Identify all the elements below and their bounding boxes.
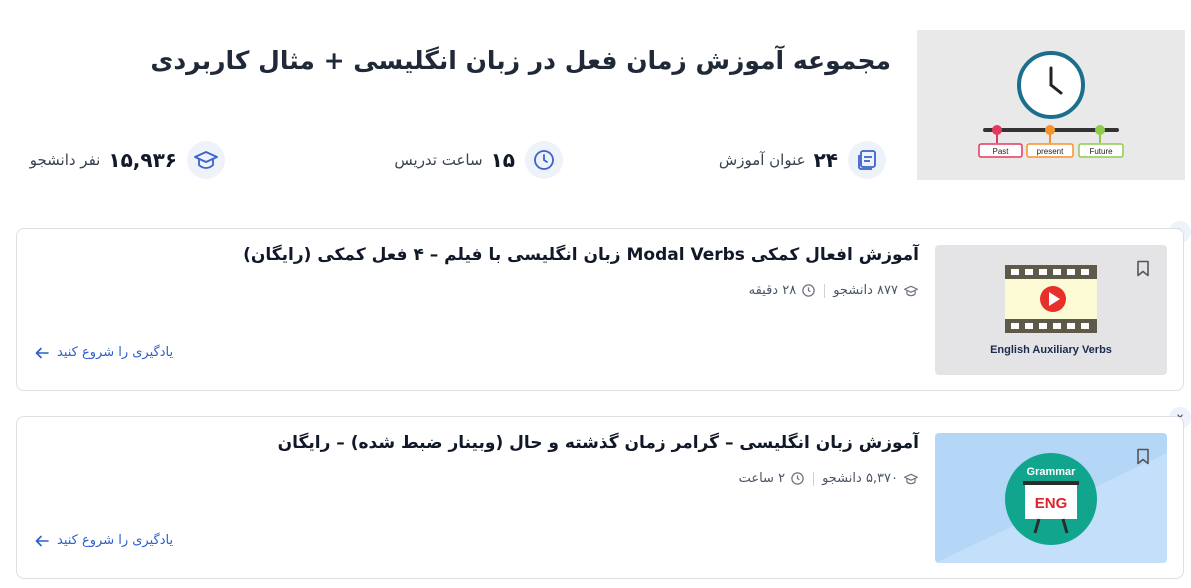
thumbnail-caption: English Auxiliary Verbs — [990, 344, 1112, 356]
start-learning-link[interactable]: یادگیری را شروع کنید — [35, 533, 173, 548]
lesson-duration: ۲۸ دقیقه — [749, 283, 817, 298]
arrow-left-icon — [35, 535, 49, 546]
stat-lessons-value: ۲۴ — [813, 148, 838, 172]
stat-students-value: ۱۵,۹۳۶ — [108, 148, 177, 172]
clock-icon — [802, 284, 815, 297]
stat-students-label: نفر دانشجو — [29, 151, 101, 169]
thumbnail-caption: Grammar — [1027, 466, 1077, 478]
lesson-title[interactable]: آموزش افعال کمکی Modal Verbs زبان انگلیس… — [99, 245, 919, 265]
stat-hours-label: ساعت تدریس — [394, 151, 483, 169]
lesson-card[interactable]: Grammar ENG آموزش زبان انگلیسی – گرامر ز… — [16, 416, 1184, 579]
clock-icon — [791, 472, 804, 485]
lesson-students: ۵,۳۷۰ دانشجو — [822, 471, 919, 486]
stat-lessons: ۲۴ عنوان آموزش — [719, 140, 886, 180]
stat-hours: ۱۵ ساعت تدریس — [394, 140, 563, 180]
graduation-cap-icon — [903, 473, 918, 484]
lesson-students-count: ۵,۳۷۰ دانشجو — [822, 471, 898, 486]
timeline-future-label: Future — [1089, 147, 1113, 156]
stat-students: ۱۵,۹۳۶ نفر دانشجو — [30, 140, 225, 180]
lesson-meta: ۵,۳۷۰ دانشجو ۲ ساعت — [739, 471, 919, 486]
start-learning-link[interactable]: یادگیری را شروع کنید — [35, 345, 173, 360]
meta-divider — [813, 471, 815, 486]
meta-divider — [824, 283, 826, 298]
start-learning-label: یادگیری را شروع کنید — [57, 345, 174, 360]
lesson-meta: ۸۷۷ دانشجو ۲۸ دقیقه — [749, 283, 919, 298]
lesson-students-count: ۸۷۷ دانشجو — [833, 283, 898, 298]
lessons-icon — [848, 141, 886, 179]
course-cover-image: Past present Future — [917, 30, 1185, 180]
bookmark-icon[interactable] — [1133, 257, 1153, 279]
lesson-duration: ۲ ساعت — [739, 471, 806, 486]
lesson-thumbnail[interactable]: Grammar ENG — [935, 433, 1167, 563]
lesson-duration-value: ۲۸ دقیقه — [748, 283, 797, 298]
thumbnail-badge: ENG — [1035, 495, 1068, 512]
lesson-title[interactable]: آموزش زبان انگلیسی – گرامر زمان گذشته و … — [99, 433, 919, 453]
clock-icon — [525, 141, 563, 179]
graduation-cap-icon — [187, 141, 225, 179]
timeline-past-label: Past — [992, 147, 1009, 156]
stat-lessons-label: عنوان آموزش — [718, 151, 806, 169]
lesson-students: ۸۷۷ دانشجو — [833, 283, 919, 298]
stat-hours-value: ۱۵ — [490, 148, 515, 172]
lesson-thumbnail[interactable]: English Auxiliary Verbs — [935, 245, 1167, 375]
timeline-present-label: present — [1037, 147, 1064, 156]
start-learning-label: یادگیری را شروع کنید — [57, 533, 174, 548]
lesson-duration-value: ۲ ساعت — [738, 471, 786, 486]
graduation-cap-icon — [903, 285, 918, 296]
arrow-left-icon — [35, 347, 49, 358]
page-title: مجموعه آموزش زمان فعل در زبان انگلیسی + … — [150, 46, 891, 75]
lesson-card[interactable]: English Auxiliary Verbs آموزش افعال کمکی… — [16, 228, 1184, 391]
bookmark-icon[interactable] — [1133, 445, 1153, 467]
